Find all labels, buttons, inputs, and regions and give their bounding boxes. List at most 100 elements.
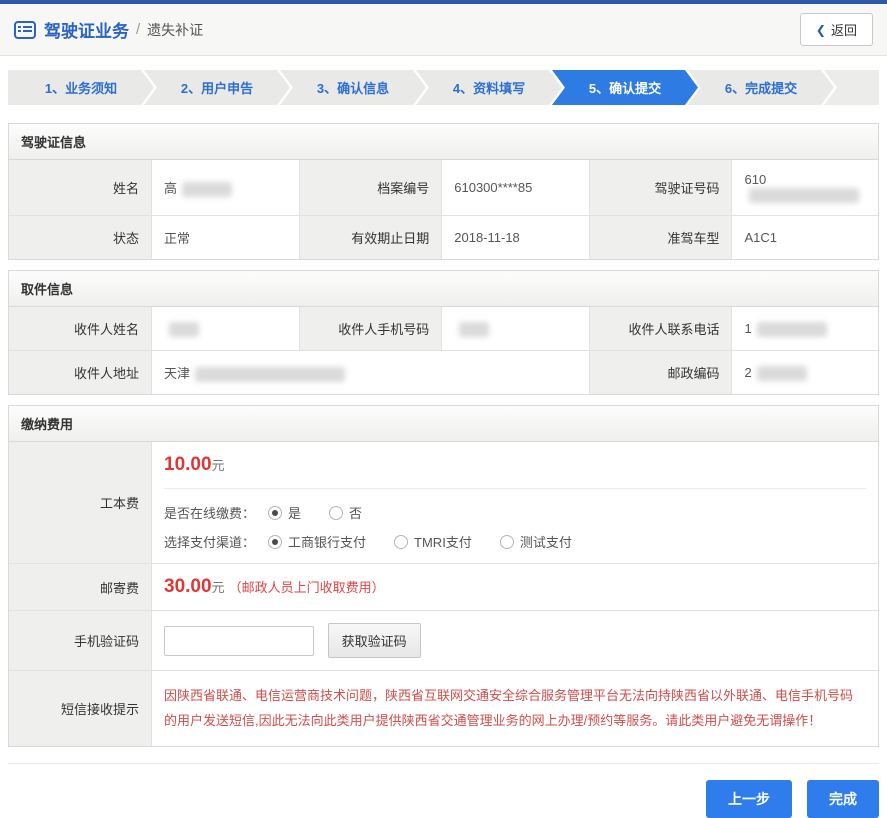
license-no-value: 610	[732, 160, 878, 216]
pickup-section-title: 取件信息	[9, 271, 878, 307]
previous-step-button[interactable]: 上一步	[706, 780, 792, 818]
file-no-value: 610300****85	[442, 160, 590, 216]
pay-channel-label: 选择支付渠道：	[164, 532, 268, 551]
file-no-label: 档案编号	[299, 160, 442, 216]
sms-code-label: 手机验证码	[9, 611, 152, 671]
breadcrumb-current: 遗失补证	[147, 20, 203, 40]
sms-tip-label: 短信接收提示	[9, 671, 152, 746]
table-row: 邮寄费 30.00元（邮政人员上门收取费用）	[9, 564, 878, 611]
name-value: 高	[152, 160, 300, 216]
table-row: 工本费 10.00元 是否在线缴费： 是 否	[9, 442, 878, 564]
online-pay-option-no-label: 否	[349, 503, 362, 522]
recipient-phone-value: 1	[732, 307, 878, 351]
table-row: 状态 正常 有效期止日期 2018-11-18 准驾车型 A1C1	[9, 216, 878, 260]
status-label: 状态	[9, 216, 152, 260]
recipient-mobile-value	[442, 307, 590, 351]
postcode-value: 2	[732, 351, 878, 395]
footer-actions: 上一步 完成	[8, 763, 879, 818]
address-label: 收件人地址	[9, 351, 152, 395]
table-row: 短信接收提示 因陕西省联通、电信运营商技术问题，陕西省互联网交通安全综合服务管理…	[9, 671, 878, 746]
step-6-complete-submit: 6、完成提交	[688, 70, 834, 105]
vehicle-class-value: A1C1	[732, 216, 878, 260]
fees-section: 缴纳费用 工本费 10.00元 是否在线缴费： 是	[8, 405, 879, 747]
online-pay-label: 是否在线缴费：	[164, 503, 268, 522]
table-row: 收件人地址 天津 邮政编码 2	[9, 351, 878, 395]
sms-code-cell: 获取验证码	[152, 611, 878, 671]
recipient-mobile-label: 收件人手机号码	[299, 307, 442, 351]
fees-table: 工本费 10.00元 是否在线缴费： 是 否	[9, 442, 878, 746]
page-header: 驾驶证业务 / 遗失补证 ❮ 返回	[0, 4, 887, 56]
online-pay-option-yes[interactable]: 是	[268, 503, 301, 522]
status-value: 正常	[152, 216, 300, 260]
postage-fee-cell: 30.00元（邮政人员上门收取费用）	[152, 564, 878, 611]
step-3-confirm-info: 3、确认信息	[280, 70, 426, 105]
production-fee-label: 工本费	[9, 442, 152, 564]
channel-option-test-label: 测试支付	[520, 532, 572, 551]
fees-section-title: 缴纳费用	[9, 406, 878, 442]
step-2-user-declaration: 2、用户申告	[144, 70, 290, 105]
postage-fee-amount: 30.00	[164, 576, 212, 597]
recipient-phone-label: 收件人联系电话	[589, 307, 732, 351]
step-1-business-notice: 1、业务须知	[8, 70, 154, 105]
channel-option-icbc-label: 工商银行支付	[288, 532, 366, 551]
online-pay-option-yes-label: 是	[288, 503, 301, 522]
pay-channel-row: 选择支付渠道： 工商银行支付 TMRI支付 测试支付	[164, 532, 866, 551]
page-title: 驾驶证业务	[44, 17, 129, 42]
pickup-info-table: 收件人姓名 收件人手机号码 收件人联系电话 1 收件人地址 天津 邮政编码 2	[9, 307, 878, 394]
recipient-name-value	[152, 307, 300, 351]
address-value: 天津	[152, 351, 590, 395]
chevron-left-icon: ❮	[816, 23, 826, 37]
vehicle-class-label: 准驾车型	[589, 216, 732, 260]
sms-tip-text: 因陕西省联通、电信运营商技术问题，陕西省互联网交通安全综合服务管理平台无法向持陕…	[164, 683, 866, 734]
table-row: 姓名 高 档案编号 610300****85 驾驶证号码 610	[9, 160, 878, 216]
pay-options-block: 是否在线缴费： 是 否 选择支付渠道：	[164, 488, 866, 551]
channel-option-icbc[interactable]: 工商银行支付	[268, 532, 366, 551]
sms-code-input[interactable]	[164, 626, 314, 656]
redacted-patch	[749, 188, 859, 203]
license-no-label: 驾驶证号码	[589, 160, 732, 216]
redacted-patch	[195, 367, 345, 382]
redacted-patch	[757, 322, 827, 337]
table-row: 手机验证码 获取验证码	[9, 611, 878, 671]
table-row: 收件人姓名 收件人手机号码 收件人联系电话 1	[9, 307, 878, 351]
back-button[interactable]: ❮ 返回	[800, 13, 873, 46]
redacted-patch	[757, 366, 807, 381]
pickup-info-section: 取件信息 收件人姓名 收件人手机号码 收件人联系电话 1 收件人地址 天津 邮政…	[8, 270, 879, 395]
step-4-fill-data: 4、资料填写	[416, 70, 562, 105]
expiry-value: 2018-11-18	[442, 216, 590, 260]
online-pay-option-no[interactable]: 否	[329, 503, 362, 522]
breadcrumb-separator: /	[136, 21, 140, 38]
channel-option-tmri[interactable]: TMRI支付	[394, 532, 472, 551]
radio-checked-icon[interactable]	[268, 506, 282, 520]
license-info-table: 姓名 高 档案编号 610300****85 驾驶证号码 610 状态 正常 有…	[9, 160, 878, 259]
radio-unchecked-icon[interactable]	[500, 535, 514, 549]
recipient-name-label: 收件人姓名	[9, 307, 152, 351]
finish-button[interactable]: 完成	[807, 780, 879, 818]
yuan-unit: 元	[212, 458, 225, 473]
license-service-icon	[14, 21, 36, 39]
postcode-label: 邮政编码	[589, 351, 732, 395]
step-wizard: 1、业务须知 2、用户申告 3、确认信息 4、资料填写 5、确认提交 6、完成提…	[8, 70, 879, 105]
radio-unchecked-icon[interactable]	[329, 506, 343, 520]
redacted-patch	[182, 182, 232, 197]
name-label: 姓名	[9, 160, 152, 216]
license-section-title: 驾驶证信息	[9, 124, 878, 160]
postage-fee-label: 邮寄费	[9, 564, 152, 611]
postage-fee-note: （邮政人员上门收取费用）	[229, 580, 385, 595]
sms-tip-cell: 因陕西省联通、电信运营商技术问题，陕西省互联网交通安全综合服务管理平台无法向持陕…	[152, 671, 878, 746]
production-fee-cell: 10.00元 是否在线缴费： 是 否	[152, 442, 878, 564]
redacted-patch	[169, 322, 199, 337]
license-info-section: 驾驶证信息 姓名 高 档案编号 610300****85 驾驶证号码 610 状…	[8, 123, 879, 260]
channel-option-test[interactable]: 测试支付	[500, 532, 572, 551]
online-pay-row: 是否在线缴费： 是 否	[164, 503, 866, 522]
production-fee-amount-line: 10.00元	[164, 454, 866, 476]
get-code-button[interactable]: 获取验证码	[328, 623, 421, 658]
step-5-confirm-submit: 5、确认提交	[552, 70, 698, 105]
production-fee-amount: 10.00	[164, 454, 212, 475]
expiry-label: 有效期止日期	[299, 216, 442, 260]
channel-option-tmri-label: TMRI支付	[414, 532, 472, 551]
radio-checked-icon[interactable]	[268, 535, 282, 549]
back-button-label: 返回	[831, 20, 857, 39]
redacted-patch	[459, 322, 489, 337]
radio-unchecked-icon[interactable]	[394, 535, 408, 549]
